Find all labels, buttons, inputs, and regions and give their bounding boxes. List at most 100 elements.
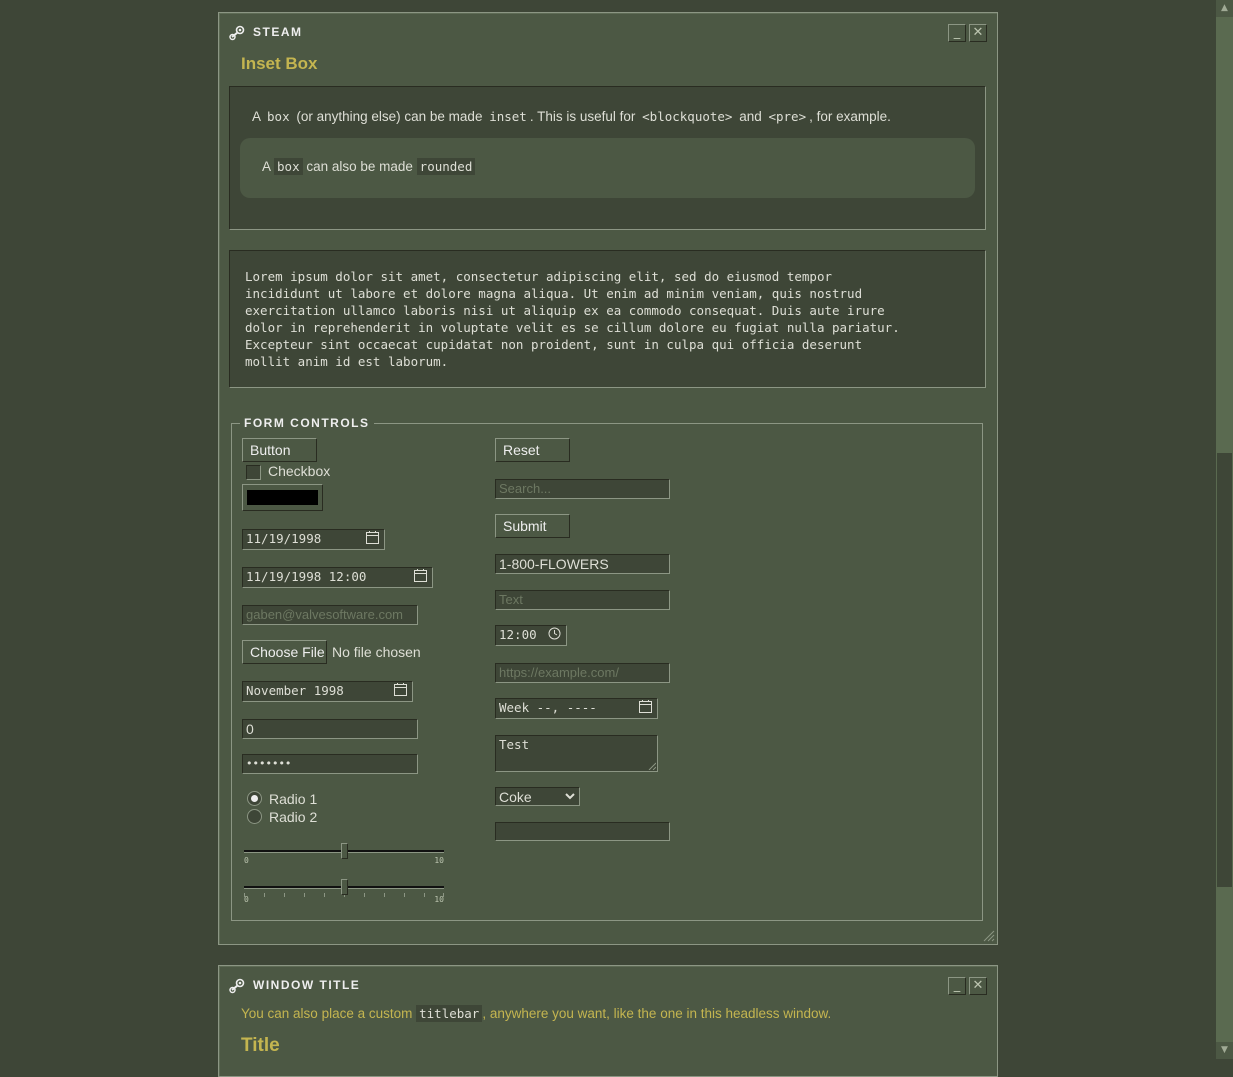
window-resize-grip-icon[interactable] — [983, 930, 995, 942]
text: (or anything else) can be made — [292, 109, 487, 124]
window-title: STEAM — [253, 25, 303, 39]
resize-grip-icon[interactable] — [648, 762, 656, 770]
inset-description: A box (or anything else) can be made ins… — [252, 108, 891, 125]
month-value: November 1998 — [246, 683, 344, 698]
file-choose-button[interactable]: Choose File — [242, 640, 327, 664]
window-title: WINDOW TITLE — [253, 978, 361, 992]
text: can also be made — [302, 159, 417, 174]
range-tick — [324, 893, 325, 897]
range-tick — [424, 893, 425, 897]
radio-2-label: Radio 2 — [269, 809, 318, 825]
code-box: box — [264, 108, 293, 125]
calendar-icon[interactable] — [394, 683, 407, 696]
select-value: Coke — [499, 789, 532, 805]
submit-button[interactable]: Submit — [495, 514, 570, 538]
range-min-label: 0 — [244, 856, 249, 865]
minimize-button[interactable]: _ — [948, 24, 966, 42]
reset-button[interactable]: Reset — [495, 438, 570, 462]
range-tick — [384, 893, 385, 897]
datetime-input[interactable]: 11/19/1998 12:00 — [242, 567, 433, 588]
range-tick — [364, 893, 365, 897]
lorem-pre: Lorem ipsum dolor sit amet, consectetur … — [245, 269, 900, 369]
text: , anywhere you want, like the one in thi… — [482, 1006, 832, 1021]
vertical-scrollbar[interactable]: ▲ ▼ — [1215, 0, 1233, 1059]
preformatted-box: Lorem ipsum dolor sit amet, consectetur … — [229, 250, 986, 388]
calendar-icon[interactable] — [366, 531, 379, 544]
file-status: No file chosen — [332, 644, 421, 660]
range-slider-ticks[interactable]: 0 10 — [244, 879, 444, 907]
section-heading: Inset Box — [241, 54, 318, 73]
scroll-up-arrow-icon[interactable]: ▲ — [1216, 0, 1233, 17]
code-inset: inset — [486, 108, 530, 125]
code-box: box — [274, 158, 303, 175]
window-title-window: WINDOW TITLE _ ✕ You can also place a cu… — [218, 965, 998, 1077]
date-value: 11/19/1998 — [246, 531, 322, 546]
textarea[interactable]: Test — [495, 735, 658, 772]
week-input[interactable]: Week --, ---- — [495, 698, 658, 719]
text-input[interactable]: Text — [495, 590, 670, 610]
tel-input[interactable]: 1-800-FLOWERS — [495, 554, 670, 574]
time-input[interactable]: 12:00 — [495, 625, 567, 646]
week-value: Week --, ---- — [499, 700, 597, 715]
search-input[interactable]: Search... — [495, 479, 670, 499]
titlebar-description: You can also place a custom titlebar, an… — [241, 1005, 832, 1022]
minimize-button[interactable]: _ — [948, 977, 966, 995]
number-input[interactable]: 0 — [242, 719, 418, 739]
text: , for example. — [809, 109, 891, 124]
titlebar[interactable]: STEAM _ ✕ — [229, 24, 987, 42]
code-titlebar: titlebar — [416, 1005, 483, 1022]
text: and — [735, 109, 766, 124]
calendar-icon[interactable] — [639, 700, 652, 713]
checkbox[interactable] — [246, 465, 261, 480]
checkbox-label: Checkbox — [268, 463, 331, 479]
datetime-value: 11/19/1998 12:00 — [246, 569, 367, 584]
email-input[interactable]: gaben@valvesoftware.com — [242, 605, 418, 625]
rounded-box: A box can also be made rounded — [240, 138, 975, 198]
code-pre: <pre> — [765, 108, 810, 125]
password-input[interactable]: ••••••• — [242, 754, 418, 774]
steam-window: STEAM _ ✕ Inset Box A box (or anything e… — [218, 12, 998, 945]
url-input[interactable]: https://example.com/ — [495, 663, 670, 683]
scroll-down-arrow-icon[interactable]: ▼ — [1216, 1042, 1233, 1059]
text: . This is useful for — [529, 109, 640, 124]
range-knob[interactable] — [341, 879, 348, 895]
date-input[interactable]: 11/19/1998 — [242, 529, 385, 550]
range-knob[interactable] — [341, 843, 348, 859]
code-blockquote: <blockquote> — [639, 108, 736, 125]
month-input[interactable]: November 1998 — [242, 681, 413, 702]
fieldset-legend: FORM CONTROLS — [244, 416, 370, 430]
text: You can also place a custom — [241, 1006, 417, 1021]
section-heading: Title — [241, 1035, 280, 1056]
steam-icon — [229, 978, 245, 994]
titlebar[interactable]: WINDOW TITLE _ ✕ — [229, 977, 987, 995]
inset-box: A box (or anything else) can be made ins… — [229, 86, 986, 230]
close-button[interactable]: ✕ — [969, 24, 987, 42]
button[interactable]: Button — [242, 438, 317, 462]
clock-icon[interactable] — [548, 627, 561, 640]
rounded-description: A box can also be made rounded — [262, 158, 476, 175]
radio-dot — [251, 795, 258, 802]
range-tick — [284, 893, 285, 897]
range-max-label: 10 — [434, 895, 444, 904]
text: A — [252, 109, 265, 124]
text: A — [262, 159, 275, 174]
range-tick — [304, 893, 305, 897]
close-button[interactable]: ✕ — [969, 977, 987, 995]
chevron-down-icon — [565, 793, 575, 800]
range-min-label: 0 — [244, 895, 249, 904]
textarea-value: Test — [499, 737, 530, 752]
range-slider[interactable]: 0 10 — [244, 843, 444, 865]
select-dropdown[interactable]: Coke — [495, 787, 580, 806]
color-picker[interactable] — [242, 484, 323, 511]
scrollbar-thumb[interactable] — [1217, 453, 1232, 887]
radio-1-label: Radio 1 — [269, 791, 318, 807]
color-swatch — [247, 490, 318, 505]
calendar-icon[interactable] — [414, 569, 427, 582]
range-tick — [264, 893, 265, 897]
radio-2[interactable] — [247, 809, 262, 824]
radio-1[interactable] — [247, 791, 262, 806]
steam-icon — [229, 25, 245, 41]
empty-input[interactable] — [495, 822, 670, 841]
time-value: 12:00 — [499, 627, 537, 642]
range-tick — [404, 893, 405, 897]
